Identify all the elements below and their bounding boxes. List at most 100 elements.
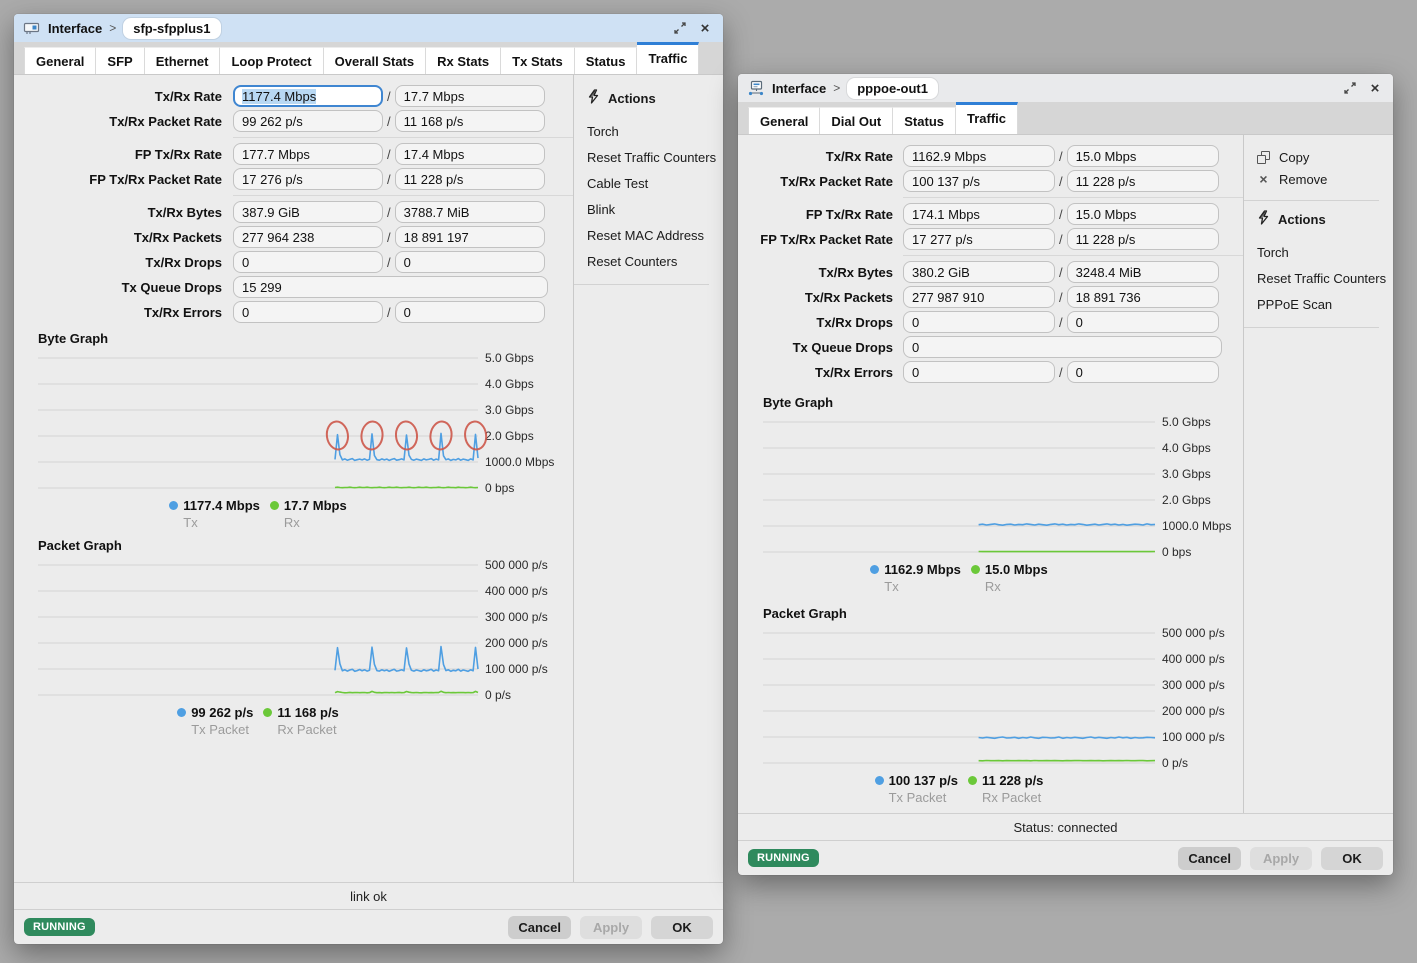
group-divider [233,137,573,138]
field-tx-rx-packet-rate-1[interactable]: 100 137 p/s [903,170,1055,192]
y-axis-label: 400 000 p/s [1162,652,1225,666]
field-fp-tx-rx-rate-2[interactable]: 15.0 Mbps [1067,203,1219,225]
field-tx-rx-packets-1[interactable]: 277 987 910 [903,286,1055,308]
field-tx-rx-packets-2[interactable]: 18 891 197 [395,226,545,248]
field-tx-rx-errors-1[interactable]: 0 [233,301,383,323]
tab-dial-out[interactable]: Dial Out [820,107,893,134]
slash-separator: / [1059,265,1063,280]
field-label: Tx/Rx Packet Rate [24,114,222,129]
legend-dot [971,565,980,574]
field-fp-tx-rx-rate-2[interactable]: 17.4 Mbps [395,143,545,165]
field-tx-rx-errors-2[interactable]: 0 [395,301,545,323]
field-row-fp-tx-rx-packet-rate: FP Tx/Rx Packet Rate17 276 p/s/11 228 p/… [24,168,573,190]
cancel-button[interactable]: Cancel [508,916,571,939]
field-fp-tx-rx-rate-1[interactable]: 177.7 Mbps [233,143,383,165]
tab-overall-stats[interactable]: Overall Stats [324,47,427,74]
field-tx-rx-bytes-1[interactable]: 380.2 GiB [903,261,1055,283]
legend-value: 99 262 p/s [191,705,253,720]
y-axis-label: 2.0 Gbps [485,429,534,443]
y-axis-label: 500 000 p/s [485,558,548,572]
field-tx-rx-rate-2[interactable]: 17.7 Mbps [395,85,545,107]
tab-loop-protect[interactable]: Loop Protect [220,47,323,74]
field-fp-tx-rx-packet-rate-2[interactable]: 11 228 p/s [1067,228,1219,250]
field-tx-rx-bytes-2[interactable]: 3248.4 MiB [1067,261,1219,283]
field-tx-rx-packet-rate-1[interactable]: 99 262 p/s [233,110,383,132]
tab-sfp[interactable]: SFP [96,47,144,74]
field-value: 0 [912,340,919,355]
ok-button[interactable]: OK [1321,847,1383,870]
link-status-bar: link ok [14,882,723,909]
field-tx-rx-errors-2[interactable]: 0 [1067,361,1219,383]
field-tx-rx-rate-1[interactable]: 1162.9 Mbps [903,145,1055,167]
field-tx-rx-packets-1[interactable]: 277 964 238 [233,226,383,248]
graph-legend: 99 262 p/sTx Packet11 168 p/sRx Packet [38,705,478,737]
field-label: Tx/Rx Bytes [24,205,222,220]
field-label: Tx/Rx Errors [24,305,222,320]
detach-icon[interactable] [1341,79,1359,97]
action-torch[interactable]: Torch [587,119,723,145]
apply-button[interactable]: Apply [580,916,642,939]
field-tx-rx-packets-2[interactable]: 18 891 736 [1067,286,1219,308]
tab-ethernet[interactable]: Ethernet [145,47,221,74]
field-value: 18 891 736 [1076,290,1141,305]
tab-traffic[interactable]: Traffic [956,102,1018,134]
field-tx-rx-errors-1[interactable]: 0 [903,361,1055,383]
quick-action-remove[interactable]: ×Remove [1257,169,1393,191]
field-value: 0 [1076,365,1083,380]
field-tx-rx-packet-rate-2[interactable]: 11 168 p/s [395,110,545,132]
field-fp-tx-rx-packet-rate-1[interactable]: 17 277 p/s [903,228,1055,250]
action-torch[interactable]: Torch [1257,240,1393,266]
tab-general[interactable]: General [748,107,820,134]
field-label: Tx/Rx Drops [748,315,893,330]
quick-action-label: Copy [1279,150,1309,165]
action-reset-traffic-counters[interactable]: Reset Traffic Counters [1257,266,1393,292]
field-value: 15 299 [242,280,282,295]
slash-separator: / [387,205,391,220]
field-value: 177.7 Mbps [242,147,310,162]
window-footer: RUNNING Cancel Apply OK [14,909,723,944]
tab-general[interactable]: General [24,47,96,74]
field-value: 17.7 Mbps [404,89,465,104]
field-tx-rx-rate-2[interactable]: 15.0 Mbps [1067,145,1219,167]
interface-name-chip: pppoe-out1 [847,78,938,99]
window-title: Interface [48,21,102,36]
quick-action-copy[interactable]: Copy [1257,147,1393,169]
field-tx-rx-packet-rate-2[interactable]: 11 228 p/s [1067,170,1219,192]
action-pppoe-scan[interactable]: PPPoE Scan [1257,292,1393,318]
action-reset-traffic-counters[interactable]: Reset Traffic Counters [587,145,723,171]
detach-icon[interactable] [671,19,689,37]
action-cable-test[interactable]: Cable Test [587,171,723,197]
field-row-tx-rx-errors: Tx/Rx Errors0/0 [24,301,573,323]
close-icon[interactable]: × [1366,79,1384,97]
field-tx-queue-drops-1[interactable]: 0 [903,336,1222,358]
action-reset-counters[interactable]: Reset Counters [587,249,723,275]
field-tx-rx-drops-1[interactable]: 0 [903,311,1055,333]
field-tx-rx-drops-1[interactable]: 0 [233,251,383,273]
cancel-button[interactable]: Cancel [1178,847,1241,870]
legend-value: 11 168 p/s [277,705,338,720]
apply-button[interactable]: Apply [1250,847,1312,870]
ok-button[interactable]: OK [651,916,713,939]
field-fp-tx-rx-packet-rate-2[interactable]: 11 228 p/s [395,168,545,190]
field-tx-rx-bytes-1[interactable]: 387.9 GiB [233,201,383,223]
y-axis-label: 4.0 Gbps [485,377,534,391]
close-icon[interactable]: × [696,19,714,37]
field-tx-rx-rate-1[interactable]: 1177.4 Mbps [233,85,383,107]
field-row-tx-rx-errors: Tx/Rx Errors0/0 [748,361,1243,383]
action-reset-mac-address[interactable]: Reset MAC Address [587,223,723,249]
field-fp-tx-rx-rate-1[interactable]: 174.1 Mbps [903,203,1055,225]
field-value: 15.0 Mbps [1076,207,1137,222]
tab-status[interactable]: Status [893,107,956,134]
field-tx-rx-drops-2[interactable]: 0 [1067,311,1219,333]
tab-tx-stats[interactable]: Tx Stats [501,47,575,74]
field-tx-rx-bytes-2[interactable]: 3788.7 MiB [395,201,545,223]
tab-status[interactable]: Status [575,47,638,74]
action-blink[interactable]: Blink [587,197,723,223]
field-value: 15.0 Mbps [1076,149,1137,164]
traffic-graphs: Byte Graph5.0 Gbps4.0 Gbps3.0 Gbps2.0 Gb… [24,331,573,737]
field-tx-rx-drops-2[interactable]: 0 [395,251,545,273]
field-tx-queue-drops-1[interactable]: 15 299 [233,276,548,298]
tab-traffic[interactable]: Traffic [637,42,699,74]
field-fp-tx-rx-packet-rate-1[interactable]: 17 276 p/s [233,168,383,190]
tab-rx-stats[interactable]: Rx Stats [426,47,501,74]
